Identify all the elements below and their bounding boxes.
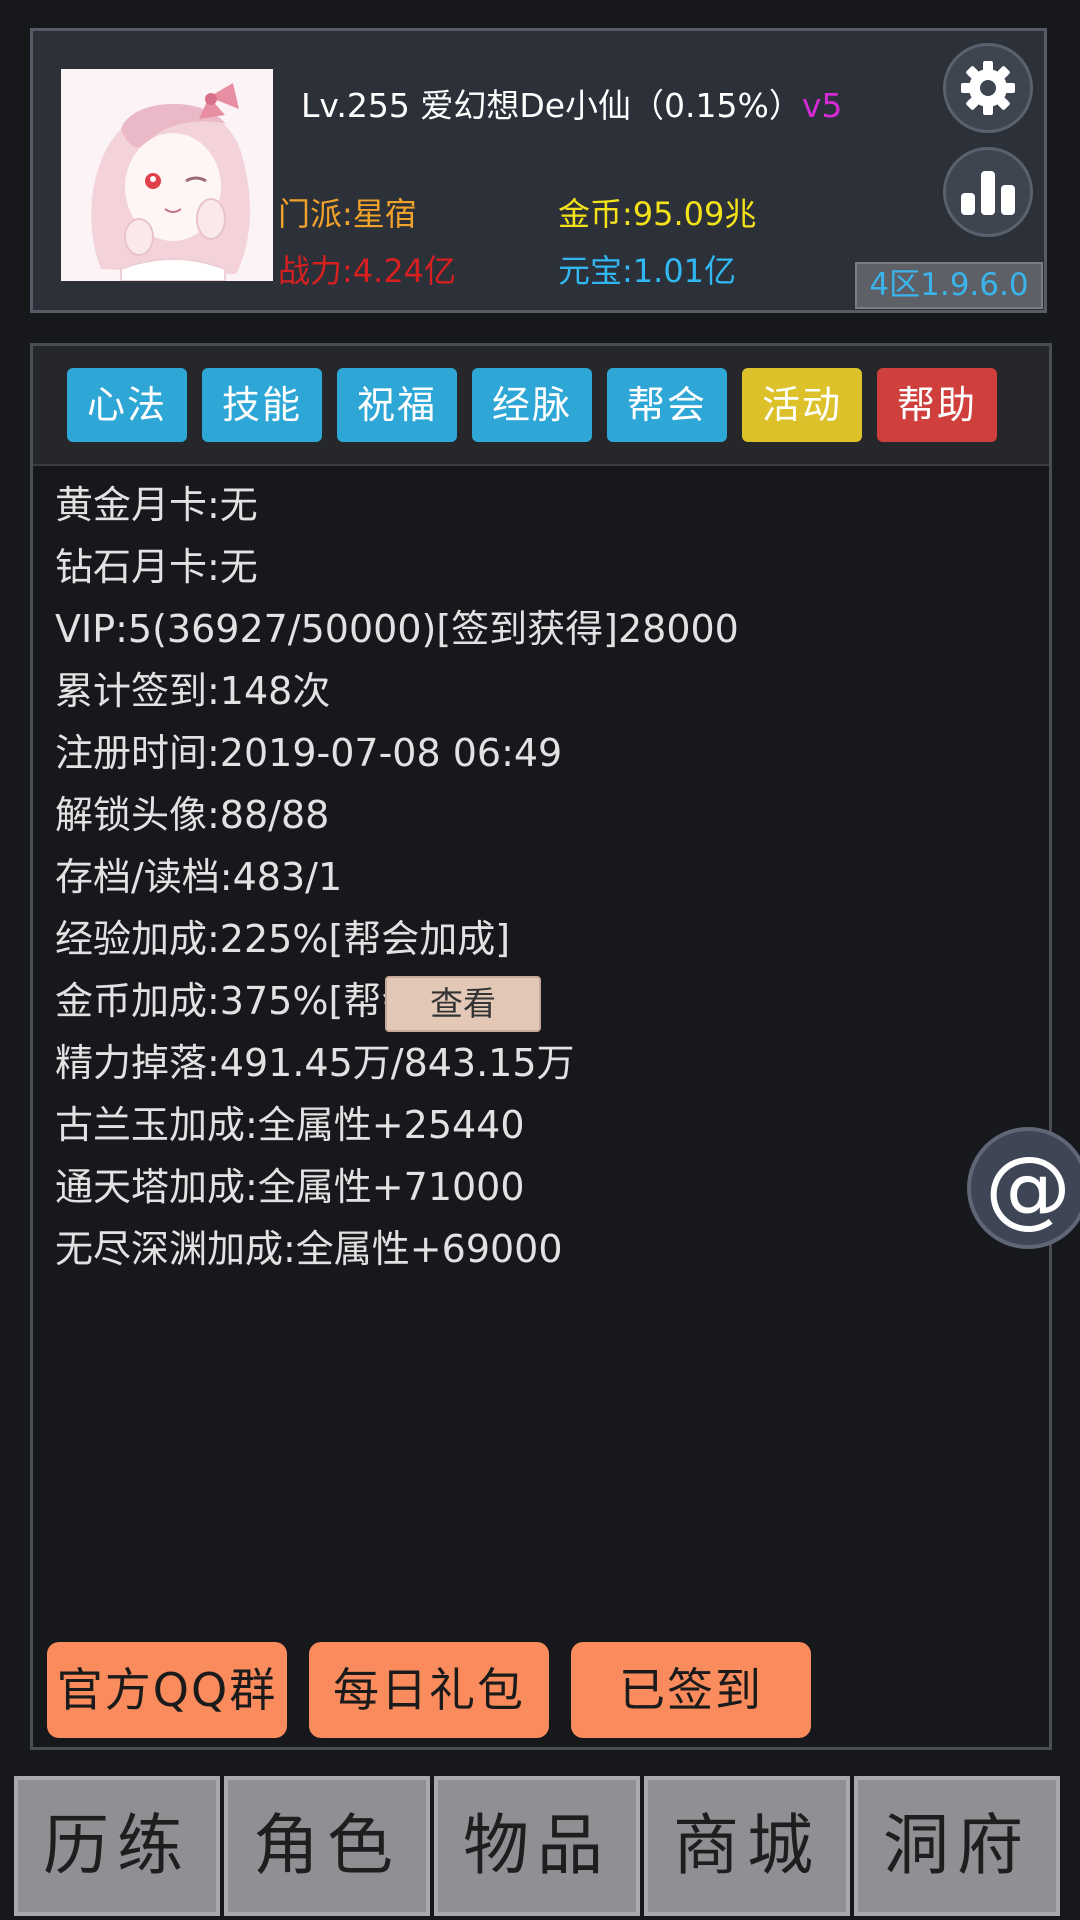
player-header: Lv.255 爱幻想De小仙（0.15%）v5 门派:星宿 战力:4.24亿 金…	[30, 28, 1047, 313]
ranking-button[interactable]	[943, 147, 1033, 237]
vip-level: v5	[801, 86, 843, 125]
tab-meridians[interactable]: 经脉	[472, 368, 592, 442]
tab-help[interactable]: 帮助	[877, 368, 997, 442]
diamond-monthly-card: 钻石月卡:无	[55, 545, 258, 589]
nav-training[interactable]: 历练	[14, 1776, 220, 1916]
tab-events[interactable]: 活动	[742, 368, 862, 442]
official-qq-group-button[interactable]: 官方QQ群	[47, 1642, 287, 1738]
tab-blessing[interactable]: 祝福	[337, 368, 457, 442]
player-info-list: 黄金月卡:无 钻石月卡:无 VIP:5(36927/50000)[签到获得]28…	[55, 474, 1029, 1280]
endless-abyss-bonus: 无尽深渊加成:全属性+69000	[55, 1227, 563, 1271]
save-load-count: 存档/读档:483/1	[55, 855, 343, 899]
gold-label: 金币:95.09兆	[558, 195, 757, 233]
ingot-label: 元宝:1.01亿	[558, 252, 737, 290]
gulan-jade-bonus: 古兰玉加成:全属性+25440	[55, 1103, 525, 1147]
total-sign-ins: 累计签到:148次	[55, 669, 331, 713]
energy-drop: 精力掉落:491.45万/843.15万	[55, 1041, 575, 1085]
tab-skills[interactable]: 技能	[202, 368, 322, 442]
tab-strip: 心法 技能 祝福 经脉 帮会 活动 帮助	[33, 346, 1049, 466]
vip-progress: VIP:5(36927/50000)[签到获得]28000	[55, 607, 739, 651]
signed-in-button[interactable]: 已签到	[571, 1642, 811, 1738]
daily-gift-button[interactable]: 每日礼包	[309, 1642, 549, 1738]
exp-bonus: 经验加成:225%[帮会加成]	[55, 917, 511, 961]
bottom-nav: 历练 角色 物品 商城 洞府	[0, 1768, 1080, 1920]
tab-mind-method[interactable]: 心法	[67, 368, 187, 442]
player-name-level: Lv.255 爱幻想De小仙（0.15%）	[301, 86, 802, 125]
main-panel: 心法 技能 祝福 经脉 帮会 活动 帮助 黄金月卡:无 钻石月卡:无 VIP:5…	[30, 343, 1052, 1750]
sky-tower-bonus: 通天塔加成:全属性+71000	[55, 1165, 525, 1209]
nav-items[interactable]: 物品	[434, 1776, 640, 1916]
avatar[interactable]	[61, 69, 273, 281]
bar-chart-icon	[961, 171, 1015, 215]
view-avatars-button[interactable]: 查看	[385, 976, 541, 1032]
settings-button[interactable]	[943, 43, 1033, 133]
register-time: 注册时间:2019-07-08 06:49	[55, 731, 563, 775]
avatar-image	[61, 69, 273, 281]
unlocked-avatars: 解锁头像:88/88	[55, 793, 330, 837]
gear-icon	[961, 61, 1015, 115]
nav-shop[interactable]: 商城	[644, 1776, 850, 1916]
at-sign-icon: @	[985, 1138, 1071, 1238]
sect-label: 门派:星宿	[278, 195, 417, 233]
gold-bonus: 金币加成:375%[帮会加成]	[55, 979, 511, 1023]
nav-character[interactable]: 角色	[224, 1776, 430, 1916]
player-title: Lv.255 爱幻想De小仙（0.15%）v5	[301, 79, 842, 127]
combat-power-label: 战力:4.24亿	[278, 252, 457, 290]
gold-monthly-card: 黄金月卡:无	[55, 483, 258, 527]
tab-guild[interactable]: 帮会	[607, 368, 727, 442]
nav-cave[interactable]: 洞府	[854, 1776, 1060, 1916]
server-version-badge: 4区1.9.6.0	[855, 262, 1043, 309]
mention-button[interactable]: @	[967, 1127, 1080, 1249]
